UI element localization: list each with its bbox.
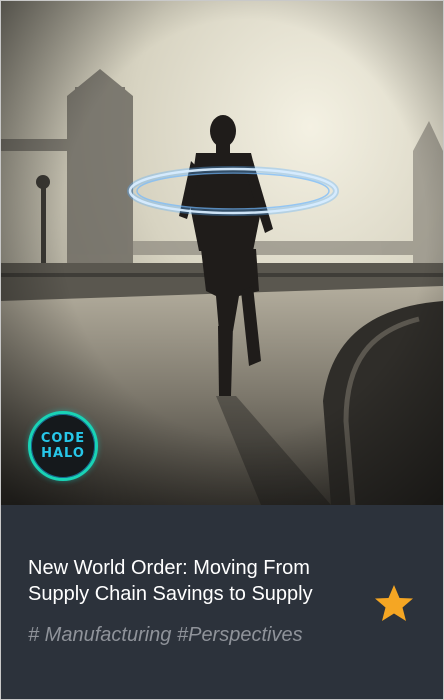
code-halo-logo: CODE HALO [28,411,98,481]
article-title[interactable]: New World Order: Moving From Supply Chai… [28,555,373,607]
hero-image[interactable]: CODE HALO [1,1,443,505]
logo-text-line1: CODE [40,431,86,446]
article-card[interactable]: CODE HALO New World Order: Moving From S… [0,0,444,700]
star-icon[interactable] [373,583,415,625]
article-tags[interactable]: # Manufacturing #Perspectives [28,622,303,648]
card-info: New World Order: Moving From Supply Chai… [1,505,443,699]
star-icon-graphic [375,585,413,621]
logo-text-line2: HALO [41,446,85,461]
